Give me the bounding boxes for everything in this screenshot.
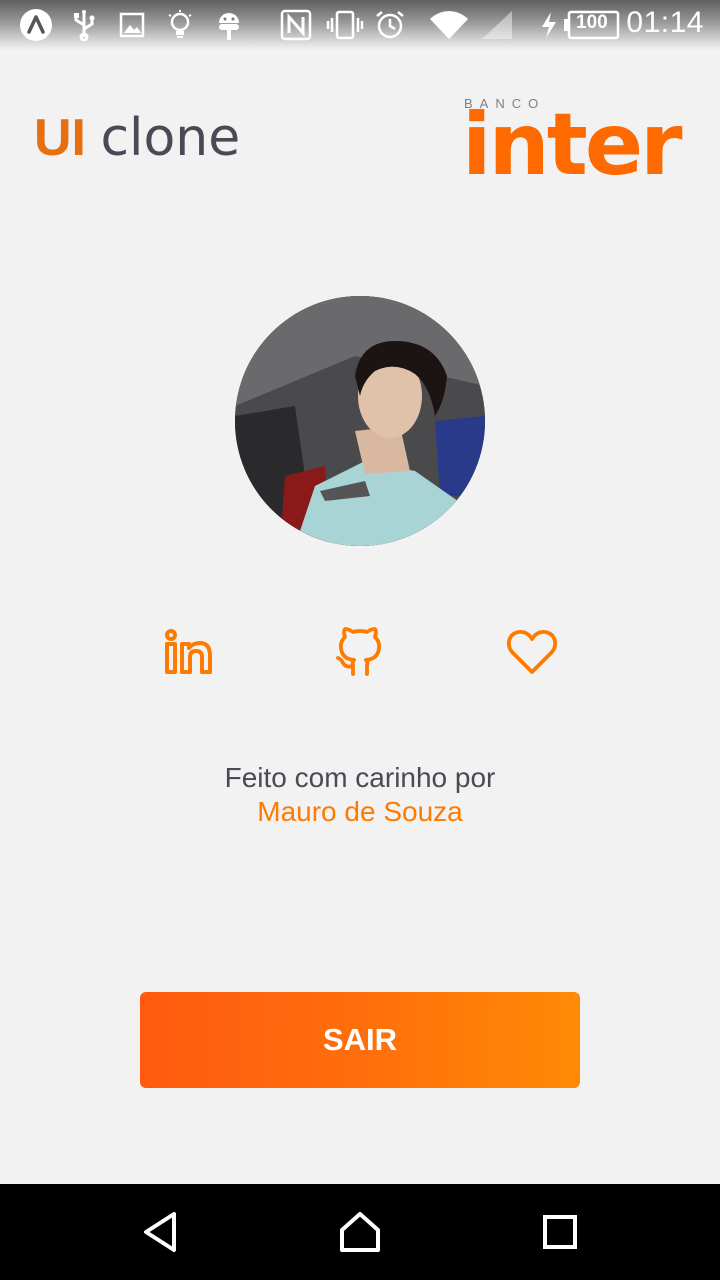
logout-button[interactable]: SAIR [140,992,580,1088]
linkedin-icon[interactable] [162,626,214,678]
cell-signal-icon [480,9,514,41]
brand-logo: BANCO inter [462,96,692,190]
credits-text: Feito com carinho por [224,762,496,793]
usb-icon [70,9,98,41]
app-notification-icon [18,9,54,41]
lightbulb-icon [166,9,194,41]
nfc-icon [280,9,312,41]
alarm-icon [374,9,406,41]
battery-level: 100 [576,12,608,33]
navigation-bar [0,1184,720,1280]
android-debug-icon [214,9,244,41]
credits-author: Mauro de Souza [257,796,463,827]
home-icon[interactable] [336,1208,384,1256]
image-icon [118,9,146,41]
github-icon[interactable] [334,626,386,678]
status-bar: 100 01:14 [0,0,720,50]
avatar [235,296,485,546]
recents-icon[interactable] [536,1208,584,1256]
brand-logo-text: inter [462,95,683,195]
charging-icon [538,9,560,41]
wifi-icon [428,9,470,41]
heart-icon[interactable] [506,626,558,678]
back-icon[interactable] [136,1208,184,1256]
vibrate-icon [326,9,364,41]
clock: 01:14 [626,6,704,39]
app-title-suffix: clone [100,108,241,168]
app-title: UI clone [34,108,240,168]
app-title-prefix: UI [34,109,86,167]
